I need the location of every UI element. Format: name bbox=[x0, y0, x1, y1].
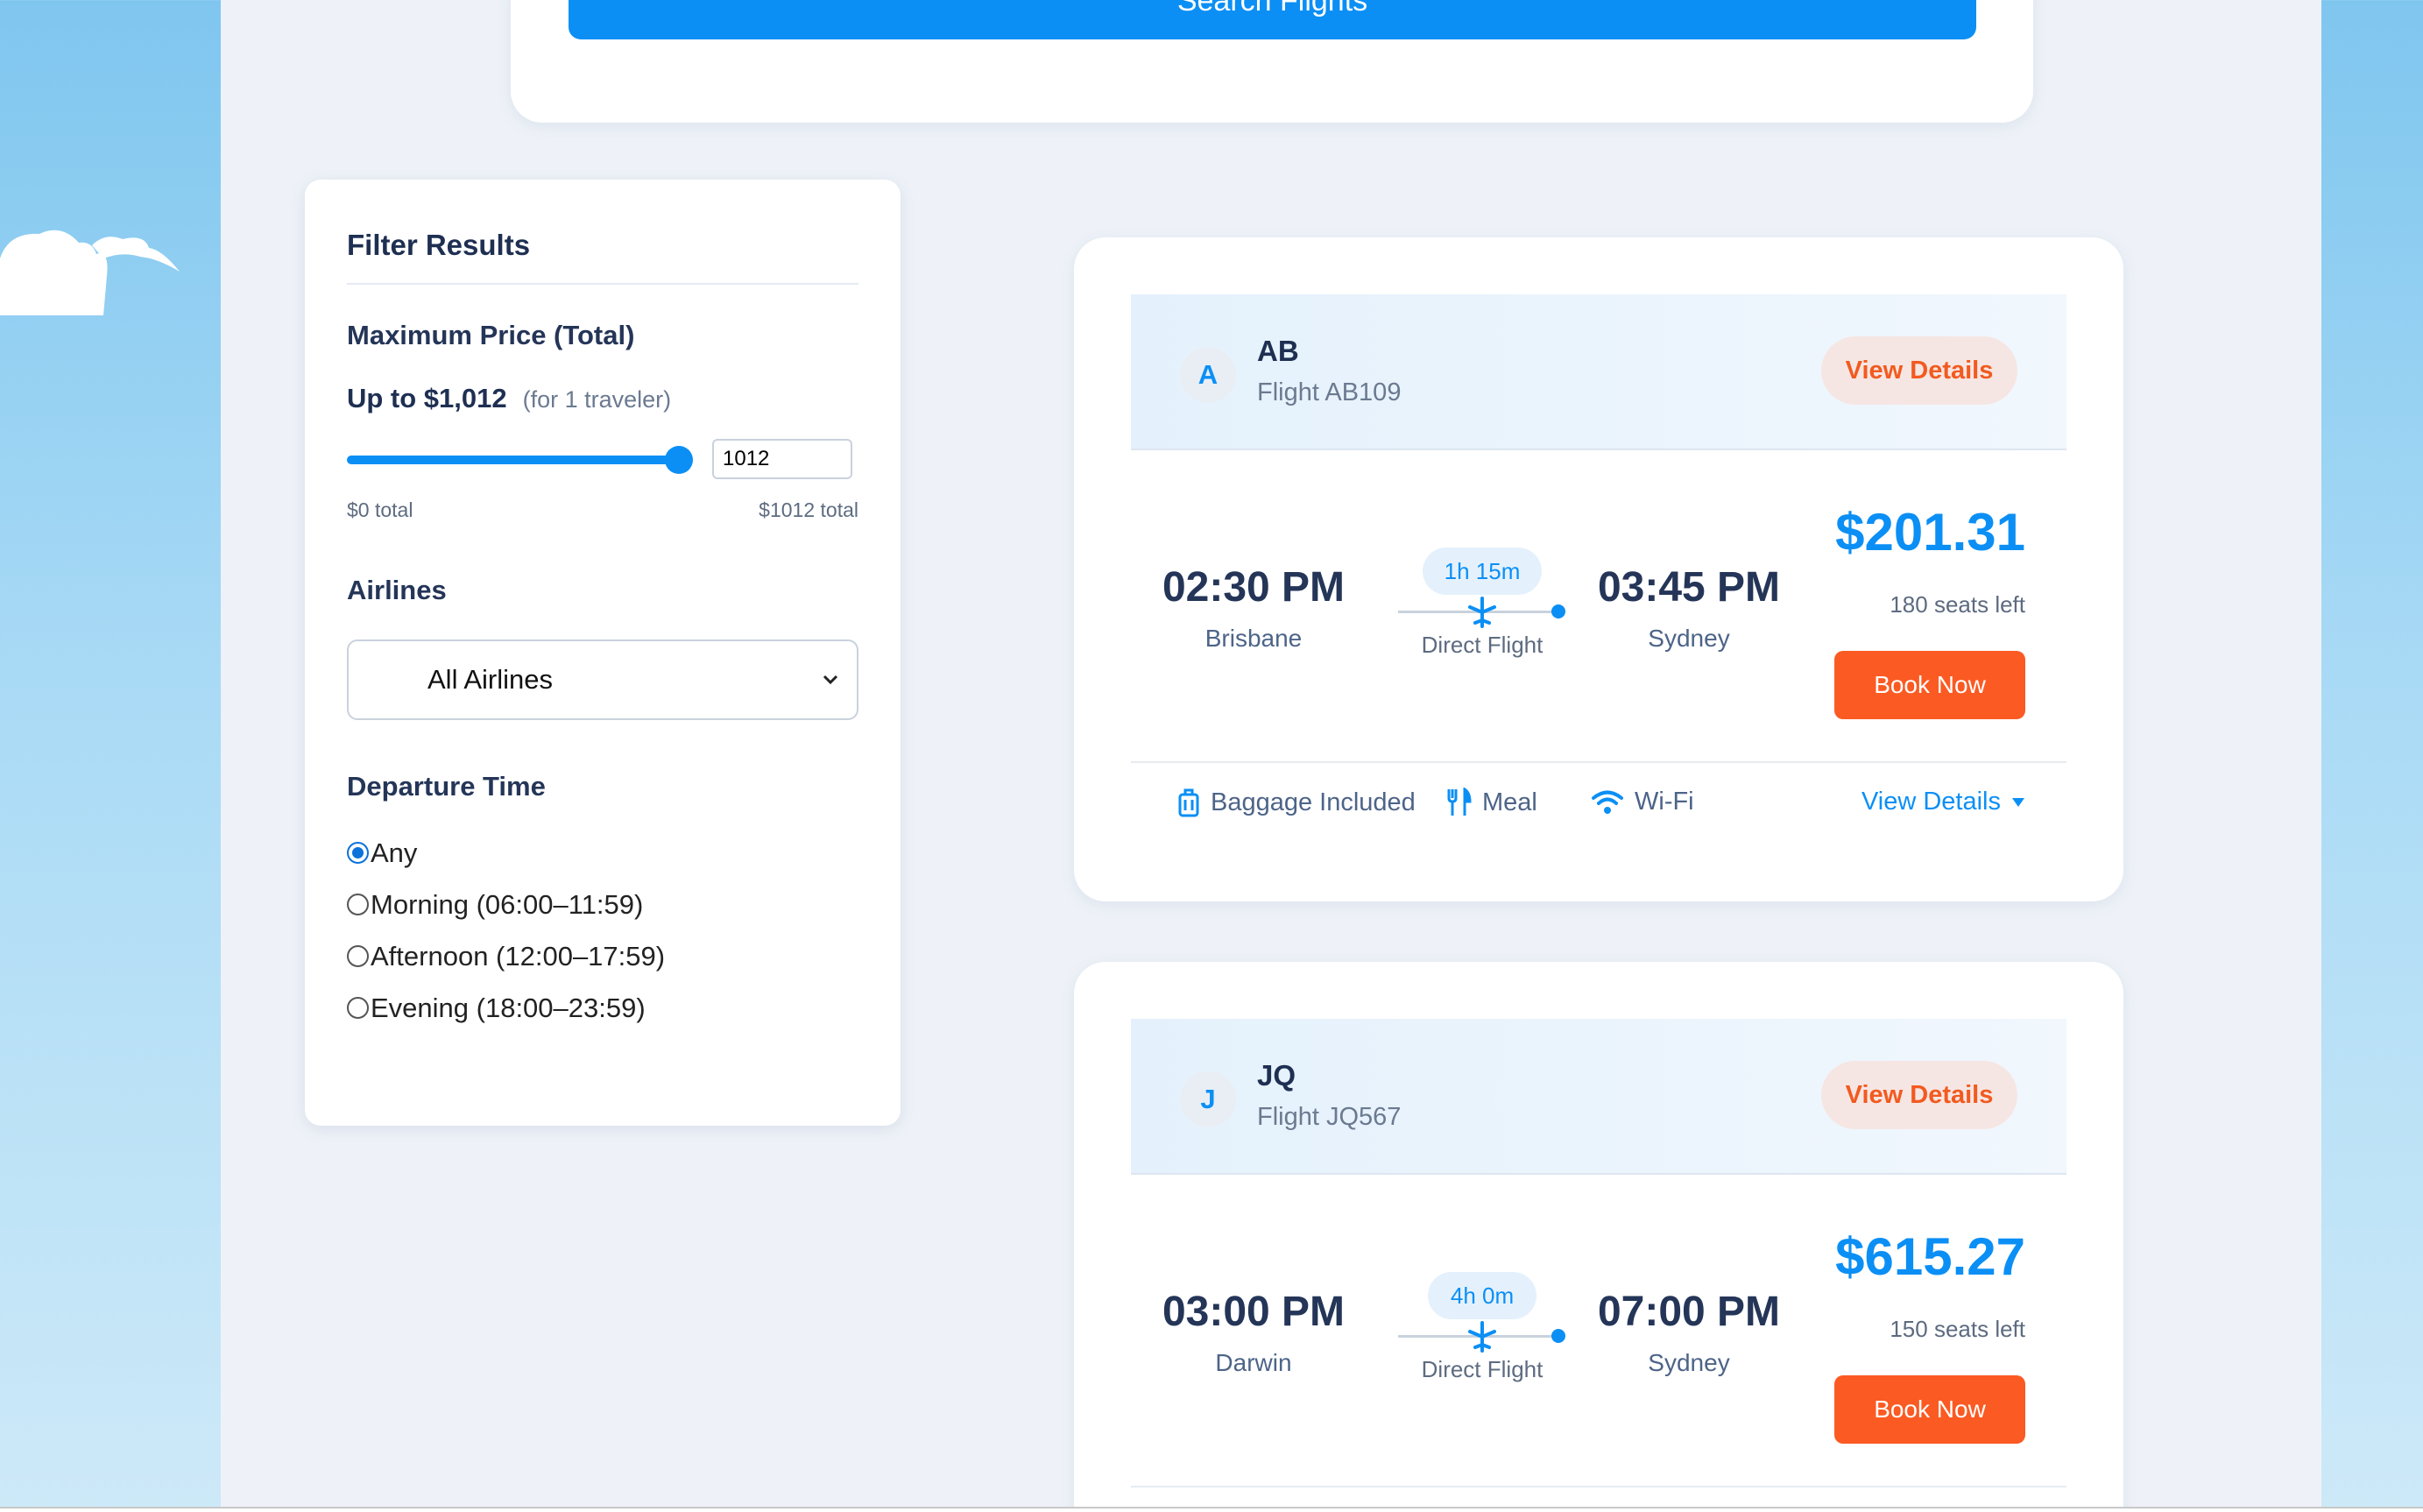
search-form-card: Search Flights bbox=[511, 0, 2033, 123]
radio-label: Afternoon (12:00–17:59) bbox=[371, 940, 666, 971]
arrival-city: Sydney bbox=[1648, 1349, 1730, 1376]
card-divider bbox=[1131, 761, 2066, 763]
expand-details-link[interactable]: View Details bbox=[1861, 788, 2025, 816]
flight-card: J JQ Flight JQ567 View Details 03:00 PM … bbox=[1074, 962, 2123, 1512]
airlines-select[interactable]: All Airlines bbox=[347, 639, 858, 720]
max-price-amount: Up to $1,012 bbox=[347, 383, 507, 413]
utensils-icon bbox=[1447, 788, 1472, 816]
departure-time: 02:30 PM bbox=[1162, 564, 1346, 611]
radio-label: Morning (06:00–11:59) bbox=[371, 888, 644, 920]
travelers-note: (for 1 traveler) bbox=[522, 386, 672, 413]
luggage-icon bbox=[1178, 788, 1199, 817]
wifi-icon bbox=[1592, 790, 1623, 814]
amenity-wifi: Wi-Fi bbox=[1591, 788, 1694, 816]
window-bottom-edge bbox=[0, 1507, 2423, 1512]
min-price-label: $0 total bbox=[347, 498, 413, 521]
flight-number: Flight AB109 bbox=[1257, 378, 1402, 406]
radio-label: Any bbox=[371, 837, 418, 868]
flight-number: Flight JQ567 bbox=[1257, 1103, 1402, 1131]
airline-avatar: A bbox=[1180, 347, 1236, 403]
price-slider[interactable] bbox=[347, 446, 693, 474]
arrival-city: Sydney bbox=[1648, 625, 1730, 652]
book-now-button[interactable]: Book Now bbox=[1834, 651, 2025, 719]
amenity-meal: Meal bbox=[1445, 788, 1537, 817]
filter-title: Filter Results bbox=[347, 229, 858, 285]
book-now-button[interactable]: Book Now bbox=[1834, 1375, 2025, 1444]
amenity-label: Baggage Included bbox=[1211, 788, 1416, 816]
amenity-baggage: Baggage Included bbox=[1177, 788, 1416, 817]
departure-options: Any Morning (06:00–11:59) Afternoon (12:… bbox=[347, 827, 858, 1034]
amenity-label: Meal bbox=[1482, 788, 1537, 816]
departure-time: 03:00 PM bbox=[1162, 1289, 1346, 1335]
airline-avatar: J bbox=[1180, 1071, 1236, 1127]
airlines-selected-value: All Airlines bbox=[427, 664, 553, 695]
route-endpoint bbox=[1551, 1329, 1565, 1343]
slider-fill bbox=[347, 456, 679, 464]
card-divider bbox=[1131, 1486, 2066, 1487]
view-details-button[interactable]: View Details bbox=[1821, 1061, 2017, 1129]
chevron-down-icon bbox=[823, 675, 838, 685]
view-details-button[interactable]: View Details bbox=[1821, 336, 2017, 405]
cloud-icon bbox=[0, 230, 180, 315]
main-page: Search Flights Filter Results Maximum Pr… bbox=[221, 0, 2321, 1512]
max-price-label: $1012 total bbox=[759, 498, 858, 521]
departure-city: Darwin bbox=[1215, 1349, 1292, 1376]
stops-label: Direct Flight bbox=[1421, 632, 1544, 658]
airline-code: JQ bbox=[1257, 1059, 1296, 1092]
route-endpoint bbox=[1551, 604, 1565, 618]
radio-button[interactable] bbox=[347, 894, 369, 915]
slider-thumb[interactable] bbox=[665, 446, 693, 474]
plane-icon bbox=[1468, 597, 1496, 628]
arrival-time: 03:45 PM bbox=[1597, 564, 1781, 611]
flight-card-header: A AB Flight AB109 View Details bbox=[1131, 294, 2066, 450]
radio-label: Evening (18:00–23:59) bbox=[371, 992, 646, 1023]
departure-option-evening[interactable]: Evening (18:00–23:59) bbox=[347, 982, 858, 1034]
duration-badge: 4h 0m bbox=[1428, 1272, 1536, 1319]
airline-code: AB bbox=[1257, 335, 1299, 367]
price-summary: Up to $1,012 (for 1 traveler) bbox=[347, 383, 858, 414]
arrival-time: 07:00 PM bbox=[1597, 1289, 1781, 1335]
flight-price: $615.27 bbox=[1835, 1227, 2025, 1286]
max-price-input[interactable] bbox=[712, 439, 852, 479]
departure-option-any[interactable]: Any bbox=[347, 827, 858, 879]
departure-option-afternoon[interactable]: Afternoon (12:00–17:59) bbox=[347, 930, 858, 982]
filter-panel: Filter Results Maximum Price (Total) Up … bbox=[305, 180, 901, 1126]
airlines-section-title: Airlines bbox=[347, 575, 447, 605]
flight-card: A AB Flight AB109 View Details 02:30 PM … bbox=[1074, 237, 2123, 901]
price-controls bbox=[347, 439, 858, 479]
price-section-title: Maximum Price (Total) bbox=[347, 320, 635, 350]
expand-details-label: View Details bbox=[1861, 788, 2001, 816]
search-flights-button[interactable]: Search Flights bbox=[569, 0, 1976, 39]
amenity-label: Wi-Fi bbox=[1635, 788, 1694, 816]
flight-card-header: J JQ Flight JQ567 View Details bbox=[1131, 1019, 2066, 1175]
radio-button[interactable] bbox=[347, 945, 369, 967]
radio-button[interactable] bbox=[347, 842, 369, 864]
duration-badge: 1h 15m bbox=[1423, 548, 1542, 595]
stops-label: Direct Flight bbox=[1421, 1356, 1544, 1382]
departure-option-morning[interactable]: Morning (06:00–11:59) bbox=[347, 879, 858, 930]
departure-section-title: Departure Time bbox=[347, 771, 546, 802]
seats-left: 150 seats left bbox=[1890, 1316, 2025, 1342]
departure-city: Brisbane bbox=[1204, 625, 1303, 652]
caret-down-icon bbox=[2012, 797, 2024, 807]
price-range-labels: $0 total $1012 total bbox=[347, 498, 858, 522]
plane-icon bbox=[1468, 1321, 1496, 1353]
flight-price: $201.31 bbox=[1835, 503, 2025, 562]
seats-left: 180 seats left bbox=[1890, 591, 2025, 618]
radio-button[interactable] bbox=[347, 997, 369, 1019]
